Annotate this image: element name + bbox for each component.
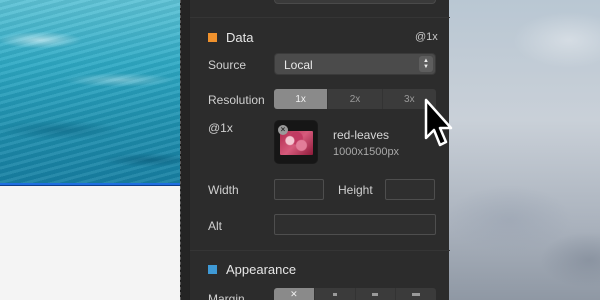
divider bbox=[190, 17, 450, 18]
previous-field[interactable] bbox=[274, 0, 436, 4]
margin-option-none[interactable]: ✕ bbox=[274, 288, 315, 300]
source-select[interactable]: Local ▲ ▼ bbox=[274, 53, 436, 75]
image-file-name: red-leaves bbox=[333, 128, 390, 142]
image-scale-label: @1x bbox=[208, 121, 233, 135]
scale-tag: @1x bbox=[415, 31, 438, 43]
margin-label: Margin bbox=[208, 292, 245, 300]
water-image[interactable] bbox=[0, 0, 180, 183]
design-canvas[interactable] bbox=[0, 0, 180, 300]
data-section-title: Data bbox=[226, 30, 254, 45]
resolution-label: Resolution bbox=[208, 93, 265, 107]
stepper-icon: ▲ ▼ bbox=[419, 56, 433, 72]
width-label: Width bbox=[208, 183, 239, 197]
width-input[interactable] bbox=[274, 179, 324, 200]
selection-outline bbox=[0, 183, 180, 186]
source-value: Local bbox=[284, 58, 313, 72]
appearance-section-icon bbox=[208, 265, 217, 274]
no-margin-icon: ✕ bbox=[290, 289, 298, 299]
source-label: Source bbox=[208, 58, 247, 72]
height-input[interactable] bbox=[385, 179, 435, 200]
resolution-option-2x[interactable]: 2x bbox=[328, 89, 383, 109]
divider bbox=[190, 250, 450, 251]
resolution-option-1x[interactable]: 1x bbox=[274, 89, 329, 109]
margin-option-small[interactable] bbox=[315, 288, 356, 300]
mouse-pointer-icon bbox=[424, 98, 453, 147]
margin-medium-icon bbox=[372, 293, 379, 296]
image-dimensions: 1000x1500px bbox=[333, 146, 400, 158]
margin-option-medium[interactable] bbox=[356, 288, 397, 300]
data-section-icon bbox=[208, 33, 217, 42]
alt-label: Alt bbox=[208, 219, 223, 233]
remove-image-icon[interactable]: × bbox=[278, 125, 288, 135]
panel-gutter bbox=[181, 0, 189, 300]
margin-large-icon bbox=[412, 293, 421, 296]
inspector-panel: Data @1x Source Local ▲ ▼ Resolution 1x 2… bbox=[189, 0, 450, 300]
sky-background bbox=[449, 0, 600, 300]
margin-option-large[interactable] bbox=[396, 288, 436, 300]
appearance-section-title: Appearance bbox=[226, 262, 297, 277]
height-label: Height bbox=[338, 183, 373, 197]
image-thumbnail[interactable]: × bbox=[274, 120, 318, 164]
resolution-segmented: 1x 2x 3x bbox=[274, 89, 436, 109]
alt-input[interactable] bbox=[274, 214, 436, 235]
margin-small-icon bbox=[332, 293, 337, 296]
margin-segmented: ✕ bbox=[274, 288, 436, 300]
